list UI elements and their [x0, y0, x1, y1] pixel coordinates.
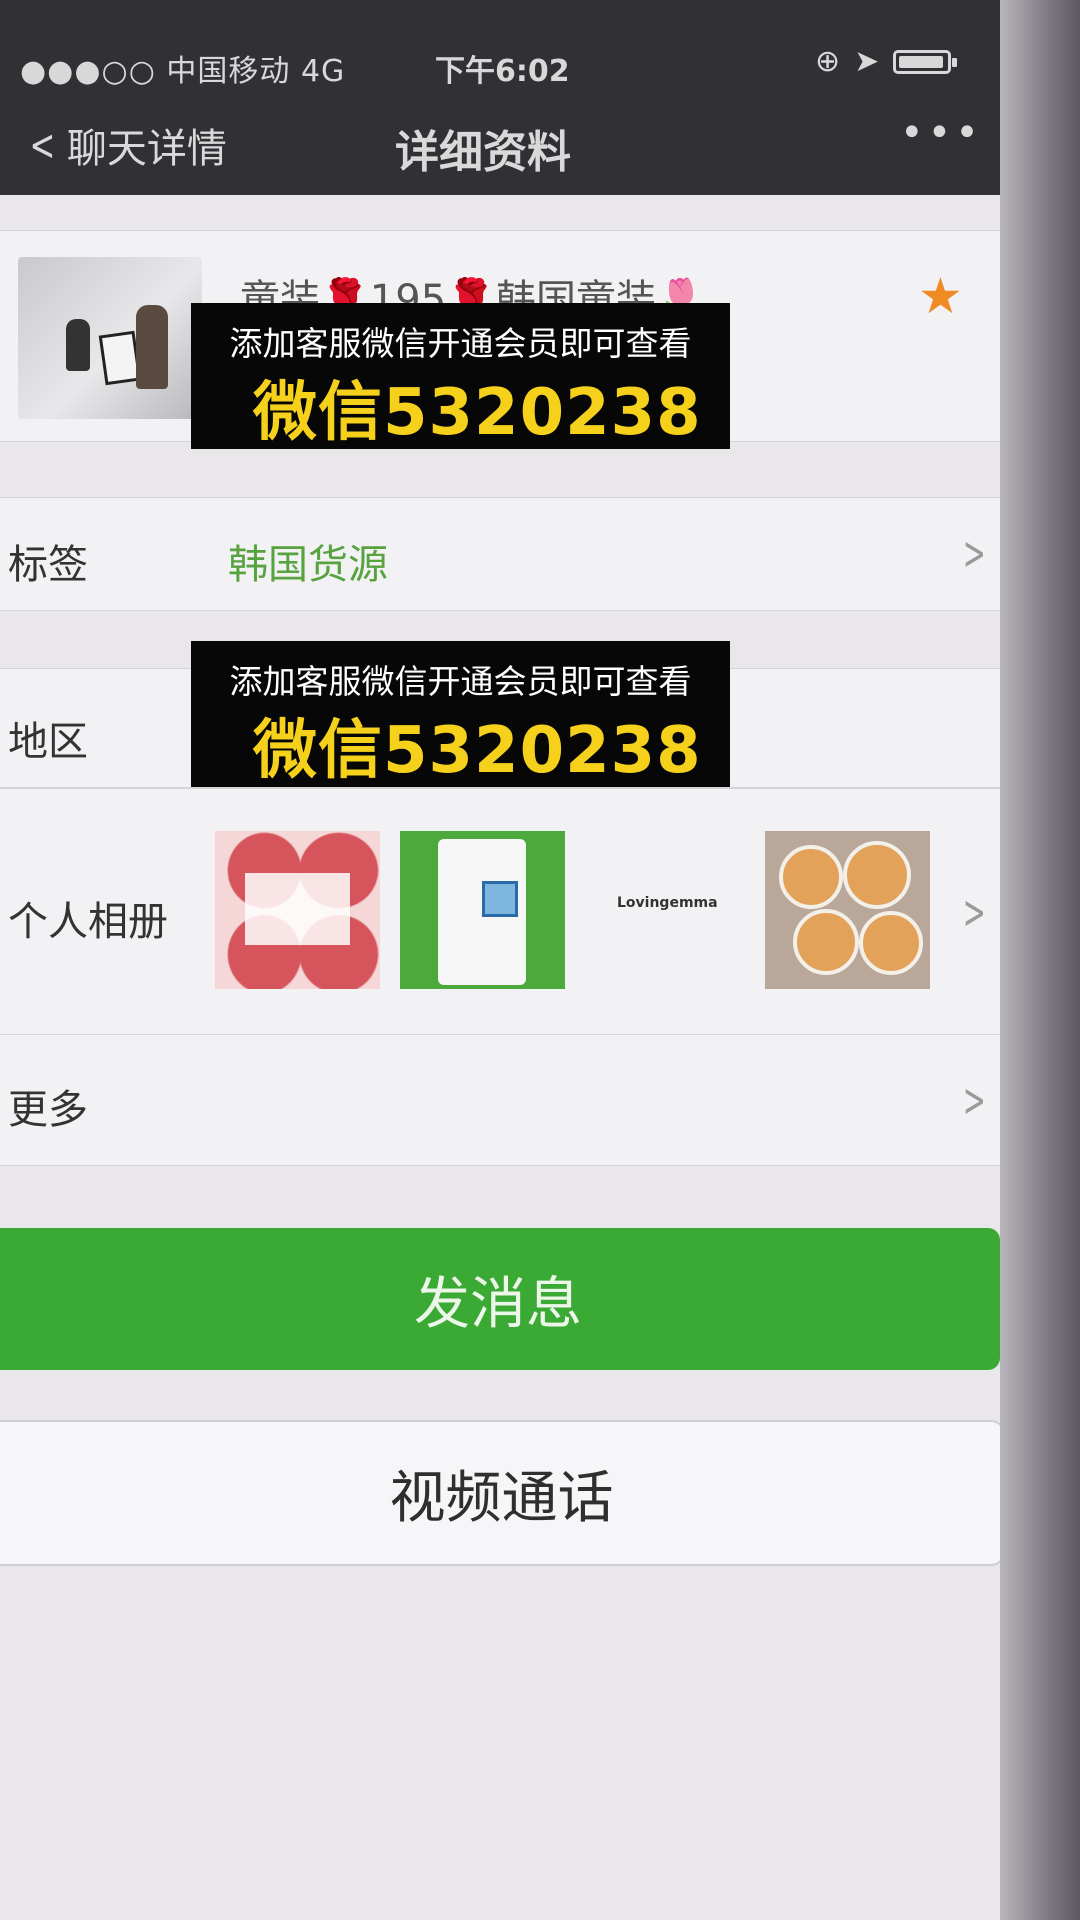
overlay-text: 添加客服微信开通会员即可查看: [229, 324, 692, 363]
album-thumbnail: [765, 831, 930, 989]
album-thumb-text: Lovingemma: [617, 895, 718, 911]
back-chevron-icon: <: [29, 119, 56, 171]
page-title: 详细资料: [395, 127, 571, 178]
promo-overlay: 添加客服微信开通会员即可查看 微信5320238: [191, 303, 730, 450]
video-call-button[interactable]: 视频通话: [0, 1420, 1005, 1566]
album-thumbnail: [215, 831, 380, 989]
location-icon: ➤: [854, 44, 880, 79]
device-bezel: [1000, 0, 1080, 1920]
status-bar: ●●●○○ 中国移动 4G 下午6:02 ⊕ ➤: [0, 0, 1000, 110]
album-thumbnail: [400, 831, 565, 989]
tags-value: 韩国货源: [228, 542, 388, 588]
tags-row[interactable]: 标签 韩国货源 >: [0, 497, 1000, 611]
nav-bar: < 聊天详情 详细资料 •••: [0, 110, 1000, 195]
promo-overlay: 添加客服微信开通会员即可查看 微信5320238: [191, 641, 730, 788]
rotation-lock-icon: ⊕: [815, 44, 841, 79]
overlay-text: 添加客服微信开通会员即可查看: [229, 662, 692, 701]
send-message-button[interactable]: 发消息: [0, 1228, 1000, 1370]
more-icon[interactable]: •••: [900, 110, 983, 156]
overlay-wechat-id: 微信5320238: [253, 714, 702, 788]
album-row[interactable]: 个人相册 Lovingemma >: [0, 788, 1000, 1035]
region-label: 地区: [8, 719, 88, 765]
back-button[interactable]: < 聊天详情: [24, 116, 227, 174]
battery-icon: [893, 49, 958, 74]
carrier-label: ●●●○○ 中国移动 4G: [20, 54, 346, 89]
back-label: 聊天详情: [66, 126, 227, 172]
chevron-right-icon: >: [962, 885, 986, 939]
chevron-right-icon: >: [962, 1073, 986, 1127]
album-label: 个人相册: [8, 899, 168, 945]
tags-label: 标签: [8, 542, 88, 588]
album-thumbnail: Lovingemma: [585, 831, 750, 989]
avatar[interactable]: [18, 257, 202, 419]
star-icon[interactable]: ★: [918, 267, 963, 325]
status-icons: ⊕ ➤: [815, 44, 958, 79]
clock: 下午6:02: [435, 54, 570, 89]
overlay-wechat-id: 微信5320238: [253, 376, 702, 450]
more-row[interactable]: 更多 >: [0, 1034, 1000, 1166]
more-label: 更多: [8, 1087, 88, 1133]
chevron-right-icon: >: [962, 526, 986, 580]
